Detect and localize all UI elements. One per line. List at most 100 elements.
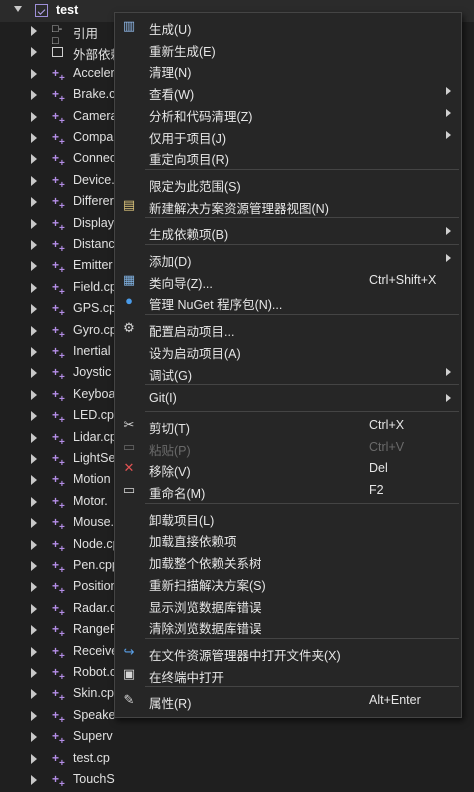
- menu-item[interactable]: 卸载项目(L): [115, 506, 461, 528]
- expand-arrow-icon[interactable]: [31, 603, 37, 614]
- tree-item[interactable]: + + Radar.c: [0, 598, 130, 620]
- menu-item[interactable]: 设为启动项目(A): [115, 339, 461, 361]
- menu-item[interactable]: ▥ 生成(U): [115, 15, 461, 38]
- tree-item[interactable]: + + Device.: [0, 170, 130, 192]
- expand-arrow-icon[interactable]: [31, 668, 37, 678]
- expanded-caret-icon[interactable]: [14, 6, 22, 12]
- menu-item[interactable]: 仅用于项目(J): [115, 124, 461, 146]
- tree-item[interactable]: + + Field.cp: [0, 277, 130, 299]
- tree-item[interactable]: + + Display: [0, 213, 130, 235]
- expand-arrow-icon[interactable]: [31, 539, 37, 550]
- tree-item[interactable]: + + Speake: [0, 705, 130, 727]
- expand-arrow-icon[interactable]: [31, 218, 37, 229]
- tree-item[interactable]: + + Emitter: [0, 255, 130, 277]
- tree-item[interactable]: + + Brake.c: [0, 84, 130, 106]
- tree-item[interactable]: + + Robot.c: [0, 662, 130, 684]
- tree-item[interactable]: + + Lidar.cp: [0, 427, 130, 449]
- tree-item[interactable]: + + Acceler: [0, 63, 130, 85]
- tree-item[interactable]: 外部依赖: [0, 41, 130, 63]
- tree-item[interactable]: + + Keyboa: [0, 384, 130, 406]
- expand-arrow-icon[interactable]: [31, 561, 37, 571]
- menu-item[interactable]: ▤ 新建解决方案资源管理器视图(N): [115, 194, 461, 216]
- menu-item[interactable]: 分析和代码清理(Z): [115, 102, 461, 124]
- tree-item[interactable]: + + Differer: [0, 191, 130, 213]
- menu-item[interactable]: ✎ 属性(R) Alt+Enter: [115, 689, 461, 712]
- menu-item[interactable]: ↪ 在文件资源管理器中打开文件夹(X): [115, 641, 461, 663]
- menu-item[interactable]: 添加(D): [115, 247, 461, 269]
- expand-arrow-icon[interactable]: [31, 389, 37, 400]
- tree-item[interactable]: + + Receive: [0, 641, 130, 663]
- menu-item[interactable]: 调试(G): [115, 361, 461, 383]
- menu-item[interactable]: ▣ 在终端中打开: [115, 663, 461, 685]
- tree-item[interactable]: + + Pen.cpp: [0, 555, 130, 577]
- tree-item[interactable]: + + Inertial: [0, 341, 130, 363]
- menu-item[interactable]: 加载直接依赖项: [115, 527, 461, 549]
- menu-item[interactable]: 清除浏览数据库错误: [115, 614, 461, 636]
- menu-item[interactable]: 限定为此范围(S): [115, 172, 461, 194]
- expand-arrow-icon[interactable]: [31, 68, 37, 79]
- tree-item[interactable]: + + Motion: [0, 469, 130, 491]
- menu-item[interactable]: ▦ 类向导(Z)... Ctrl+Shift+X: [115, 269, 461, 291]
- expand-arrow-icon[interactable]: [31, 625, 37, 636]
- tree-item[interactable]: + + Distanc: [0, 234, 130, 256]
- menu-item[interactable]: ▭ 重命名(M) F2: [115, 479, 461, 502]
- menu-item[interactable]: ✂ 剪切(T) Ctrl+X: [115, 414, 461, 436]
- expand-arrow-icon[interactable]: [31, 154, 37, 165]
- menu-item[interactable]: 重定向项目(R): [115, 145, 461, 167]
- tree-item[interactable]: + + Position: [0, 576, 130, 598]
- menu-item[interactable]: 重新生成(E): [115, 37, 461, 59]
- tree-item[interactable]: + + Connec: [0, 148, 130, 170]
- expand-arrow-icon[interactable]: [31, 518, 37, 529]
- tree-item[interactable]: + + Motor.: [0, 491, 130, 513]
- expand-arrow-icon[interactable]: [31, 454, 37, 464]
- menu-item[interactable]: 生成依赖项(B): [115, 220, 461, 242]
- tree-item[interactable]: + + test.cp: [0, 748, 130, 770]
- expand-arrow-icon[interactable]: [31, 732, 37, 743]
- tree-item[interactable]: + + TouchS: [0, 769, 130, 791]
- expand-arrow-icon[interactable]: [31, 368, 37, 379]
- expand-arrow-icon[interactable]: [31, 325, 37, 336]
- tree-item[interactable]: + + Gyro.cp: [0, 320, 130, 342]
- menu-item[interactable]: 加载整个依赖关系树: [115, 549, 461, 571]
- menu-item[interactable]: ⚙ 配置启动项目...: [115, 317, 461, 340]
- expand-arrow-icon[interactable]: [31, 411, 37, 422]
- expand-arrow-icon[interactable]: [31, 347, 37, 357]
- tree-item[interactable]: + + Skin.cp: [0, 683, 130, 705]
- expand-arrow-icon[interactable]: [31, 240, 37, 250]
- tree-item[interactable]: + + Superv: [0, 726, 130, 748]
- menu-item[interactable]: 清理(N): [115, 58, 461, 80]
- expand-arrow-icon[interactable]: [31, 133, 37, 143]
- expand-arrow-icon[interactable]: [31, 26, 37, 36]
- tree-item[interactable]: + + LED.cpp: [0, 405, 130, 427]
- expand-arrow-icon[interactable]: [31, 582, 37, 593]
- menu-item[interactable]: 查看(W): [115, 80, 461, 102]
- expand-arrow-icon[interactable]: [31, 90, 37, 101]
- menu-item[interactable]: 显示浏览数据库错误: [115, 593, 461, 615]
- tree-item[interactable]: + + LightSe: [0, 448, 130, 470]
- tree-item[interactable]: + + Camera: [0, 106, 130, 128]
- menu-item[interactable]: 重新扫描解决方案(S): [115, 571, 461, 593]
- tree-item[interactable]: □-□ 引用: [0, 20, 130, 47]
- expand-arrow-icon[interactable]: [31, 753, 37, 764]
- tree-item[interactable]: + + Mouse.: [0, 512, 130, 534]
- expand-arrow-icon[interactable]: [31, 689, 37, 700]
- tree-item[interactable]: + + GPS.cp: [0, 298, 130, 320]
- expand-arrow-icon[interactable]: [31, 282, 37, 293]
- tree-item[interactable]: + + Node.cp: [0, 534, 130, 556]
- menu-item[interactable]: ✕ 移除(V) Del: [115, 457, 461, 480]
- expand-arrow-icon[interactable]: [31, 47, 37, 58]
- expand-arrow-icon[interactable]: [31, 475, 37, 486]
- menu-item[interactable]: Git(I): [115, 387, 461, 409]
- expand-arrow-icon[interactable]: [31, 775, 37, 785]
- expand-arrow-icon[interactable]: [31, 646, 37, 657]
- expand-arrow-icon[interactable]: [31, 432, 37, 443]
- expand-arrow-icon[interactable]: [31, 197, 37, 208]
- expand-arrow-icon[interactable]: [31, 111, 37, 122]
- expand-arrow-icon[interactable]: [31, 261, 37, 272]
- menu-item[interactable]: ● 管理 NuGet 程序包(N)...: [115, 290, 461, 313]
- expand-arrow-icon[interactable]: [31, 175, 37, 186]
- tree-item[interactable]: + + Joystic: [0, 362, 130, 384]
- expand-arrow-icon[interactable]: [31, 304, 37, 315]
- tree-item[interactable]: + + RangeF: [0, 619, 130, 641]
- tree-item[interactable]: + + Compa: [0, 127, 130, 149]
